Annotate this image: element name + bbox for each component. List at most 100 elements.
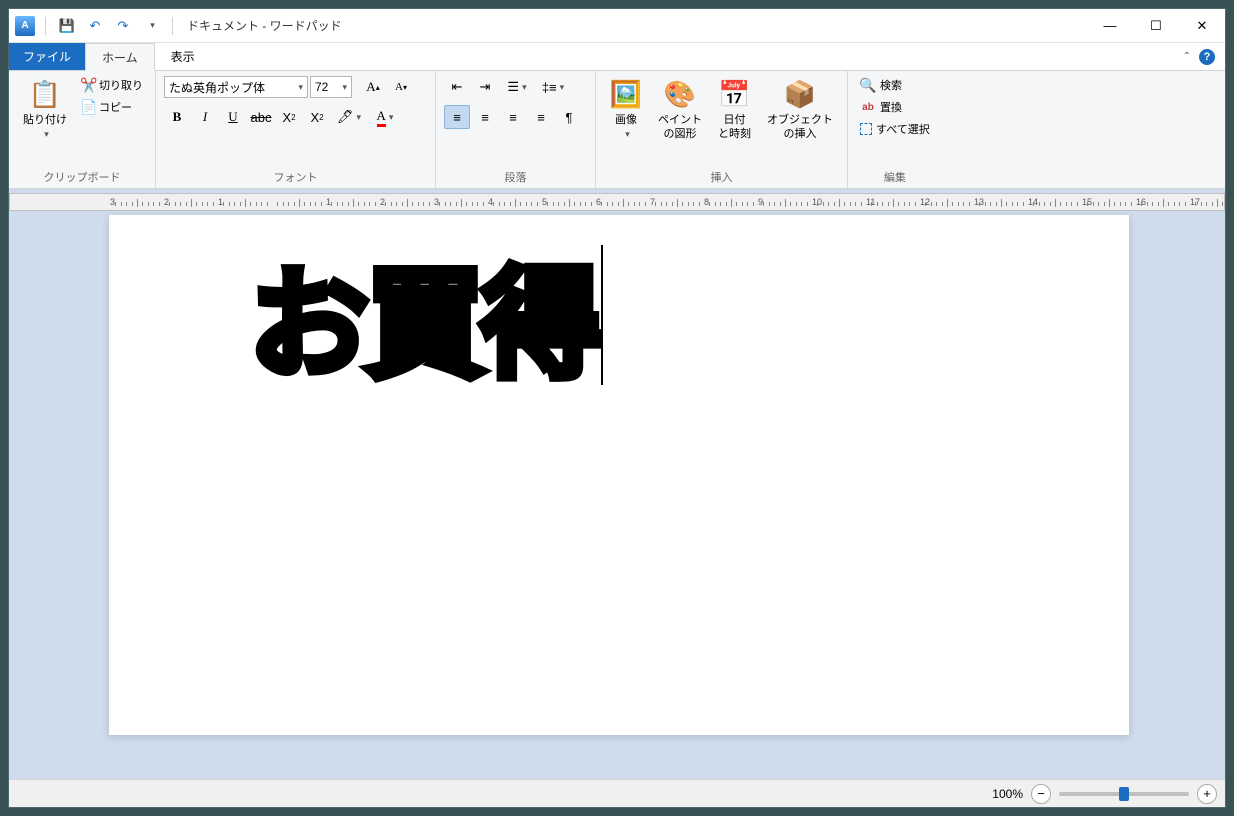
group-label-editing: 編集 (856, 166, 934, 188)
increase-indent-button[interactable]: ⇥ (472, 75, 498, 99)
object-icon: 📦 (784, 79, 816, 111)
superscript-button[interactable]: X2 (304, 105, 330, 129)
separator (45, 17, 46, 35)
underline-button[interactable]: U (220, 105, 246, 129)
copy-button[interactable]: 📄 コピー (77, 97, 147, 117)
horizontal-ruler[interactable]: 321123456789101112131415161718 (9, 193, 1225, 211)
statusbar: 100% − + (9, 779, 1225, 807)
italic-button[interactable]: I (192, 105, 218, 129)
insert-picture-button[interactable]: 🖼️ 画像▾ (604, 75, 648, 145)
ruler-mark: 2 (164, 197, 169, 207)
ruler-mark: 3 (434, 197, 439, 207)
save-button[interactable]: 💾 (56, 15, 78, 37)
subscript-button[interactable]: X2 (276, 105, 302, 129)
qat-dropdown[interactable]: ▾ (140, 15, 162, 37)
font-size-combo[interactable]: 72▾ (310, 76, 352, 98)
bold-button[interactable]: B (164, 105, 190, 129)
copy-label: コピー (99, 99, 132, 115)
tab-home[interactable]: ホーム (85, 43, 155, 71)
select-all-label: すべて選択 (876, 121, 930, 137)
insert-object-button[interactable]: 📦 オブジェクト の挿入 (761, 75, 839, 146)
font-color-button[interactable]: A▾ (368, 105, 402, 129)
object-label: オブジェクト の挿入 (767, 113, 833, 142)
align-left-button[interactable]: ≡ (444, 105, 470, 129)
window-title: ドキュメント - ワードパッド (187, 17, 342, 34)
zoom-thumb[interactable] (1119, 787, 1129, 801)
ruler-mark: 1 (326, 197, 331, 207)
paste-label: 貼り付け (23, 113, 67, 127)
group-label-clipboard: クリップボード (17, 166, 147, 188)
document-area: 321123456789101112131415161718 お買得 (9, 189, 1225, 779)
cut-button[interactable]: ✂️ 切り取り (77, 75, 147, 95)
copy-icon: 📄 (81, 99, 97, 115)
decrease-indent-button[interactable]: ⇤ (444, 75, 470, 99)
document-page[interactable]: お買得 (109, 215, 1129, 735)
paint-label: ペイント の図形 (658, 113, 702, 142)
ruler-mark: 4 (488, 197, 493, 207)
replace-icon: ab (860, 99, 876, 115)
quick-access-toolbar: A 💾 ↶ ↷ ▾ (15, 15, 177, 37)
group-clipboard: 📋 貼り付け ▾ ✂️ 切り取り 📄 コピー クリップボード (9, 71, 156, 188)
zoom-value: 100% (992, 787, 1023, 801)
collapse-ribbon-button[interactable]: ⌃ (1183, 51, 1191, 62)
ruler-mark: 3 (110, 197, 115, 207)
datetime-label: 日付 と時刻 (718, 113, 751, 142)
zoom-in-button[interactable]: + (1197, 784, 1217, 804)
tab-view[interactable]: 表示 (155, 43, 211, 70)
bullets-button[interactable]: ☰▾ (500, 75, 534, 99)
minimize-button[interactable]: — (1087, 9, 1133, 43)
grow-font-button[interactable]: A▴ (360, 75, 386, 99)
replace-label: 置換 (880, 99, 902, 115)
document-text[interactable]: お買得 (249, 258, 597, 392)
search-icon: 🔍 (860, 77, 876, 93)
redo-button[interactable]: ↷ (112, 15, 134, 37)
palette-icon: 🎨 (664, 79, 696, 111)
align-center-button[interactable]: ≡ (472, 105, 498, 129)
group-editing: 🔍 検索 ab 置換 すべて選択 編集 (848, 71, 942, 188)
group-label-insert: 挿入 (604, 166, 839, 188)
group-font: たぬ英角ポップ体▾ 72▾ A▴ A▾ B I U (156, 71, 436, 188)
group-label-paragraph: 段落 (444, 166, 587, 188)
ruler-mark: 2 (380, 197, 385, 207)
find-label: 検索 (880, 77, 902, 93)
paragraph-dialog-button[interactable]: ¶ (556, 105, 582, 129)
cut-label: 切り取り (99, 77, 143, 93)
shrink-font-button[interactable]: A▾ (388, 75, 414, 99)
app-window: A 💾 ↶ ↷ ▾ ドキュメント - ワードパッド — ☐ ✕ ファイル ホーム… (8, 8, 1226, 808)
ruler-mark: 9 (758, 197, 763, 207)
find-button[interactable]: 🔍 検索 (856, 75, 934, 95)
line-spacing-button[interactable]: ‡≡▾ (536, 75, 570, 99)
font-name-combo[interactable]: たぬ英角ポップ体▾ (164, 76, 308, 98)
zoom-slider[interactable] (1059, 792, 1189, 796)
calendar-icon: 📅 (719, 79, 751, 111)
select-all-button[interactable]: すべて選択 (856, 119, 934, 139)
picture-label: 画像 (615, 113, 637, 127)
insert-datetime-button[interactable]: 📅 日付 と時刻 (712, 75, 757, 146)
paste-button[interactable]: 📋 貼り付け ▾ (17, 75, 73, 145)
picture-icon: 🖼️ (610, 79, 642, 111)
help-button[interactable]: ? (1199, 49, 1215, 65)
group-insert: 🖼️ 画像▾ 🎨 ペイント の図形 📅 日付 と時刻 📦 オブジェクト の挿入 … (596, 71, 848, 188)
clipboard-icon: 📋 (29, 79, 61, 111)
separator (172, 17, 173, 35)
replace-button[interactable]: ab 置換 (856, 97, 934, 117)
font-size-value: 72 (315, 80, 328, 94)
highlight-button[interactable]: 🖊▾ (332, 105, 366, 129)
ribbon: 📋 貼り付け ▾ ✂️ 切り取り 📄 コピー クリップボード (9, 71, 1225, 189)
ruler-mark: 8 (704, 197, 709, 207)
tab-file[interactable]: ファイル (9, 43, 85, 70)
zoom-out-button[interactable]: − (1031, 784, 1051, 804)
align-right-button[interactable]: ≡ (500, 105, 526, 129)
insert-paint-button[interactable]: 🎨 ペイント の図形 (652, 75, 708, 146)
select-all-icon (860, 123, 872, 135)
justify-button[interactable]: ≡ (528, 105, 554, 129)
strikethrough-button[interactable]: abc (248, 105, 274, 129)
scissors-icon: ✂️ (81, 77, 97, 93)
ribbon-tabs: ファイル ホーム 表示 ⌃ ? (9, 43, 1225, 71)
maximize-button[interactable]: ☐ (1133, 9, 1179, 43)
close-button[interactable]: ✕ (1179, 9, 1225, 43)
undo-button[interactable]: ↶ (84, 15, 106, 37)
group-paragraph: ⇤ ⇥ ☰▾ ‡≡▾ ≡ ≡ ≡ ≡ ¶ 段落 (436, 71, 596, 188)
app-icon: A (15, 16, 35, 36)
ruler-mark: 1 (218, 197, 223, 207)
